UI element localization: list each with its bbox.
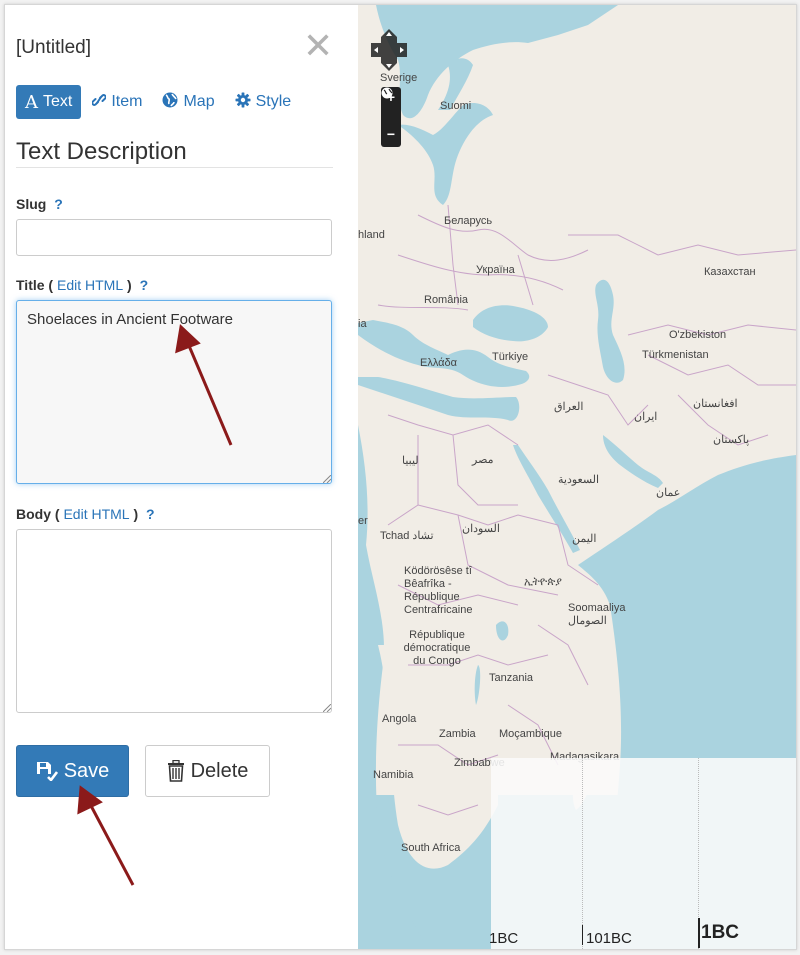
link-icon [91,92,108,113]
map-label: Ködörösêse tî Bêafrîka - République Cent… [404,565,473,616]
map-label: ኢትዮጵያ [524,576,562,588]
map-label: România [424,294,469,306]
zoom-control: + − [381,87,401,147]
slug-help-link[interactable]: ? [54,196,63,212]
section-title: Text Description [16,138,187,165]
map-label: اليمن [572,533,597,545]
map-label: Беларусь [444,215,493,227]
body-close-paren: ) [133,506,139,522]
title-close-paren: ) [127,277,132,293]
title-label: Title ( Edit HTML ) ? [16,277,148,293]
close-icon[interactable]: ✕ [303,29,333,65]
body-edit-html-link[interactable]: Edit HTML [63,506,129,522]
body-textarea[interactable] [16,529,332,713]
tab-text-label: Text [43,93,73,110]
map-label: Suomi [440,100,472,112]
map-view[interactable]: Sverige Suomi Беларусь hland Україна Каз… [358,5,796,949]
timeline-tick [698,918,700,948]
map-label: السعودية [558,474,600,486]
title-textarea[interactable] [16,300,332,484]
tab-style[interactable]: Style [226,85,301,119]
map-label: Tanzania [489,672,534,684]
map-label: ایران [634,411,658,423]
trash-icon [167,760,185,782]
body-label-text: Body [16,506,51,522]
map-label: العراق [554,401,584,413]
map-label: Moçambique [499,728,562,740]
pan-arrows-icon [371,29,407,71]
map-label: Türkiye [492,351,529,363]
editor-panel: [Untitled] ✕ A Text Item Map Style Text … [5,5,358,949]
map-label: South Africa [401,842,461,854]
editor-tabs: A Text Item Map Style [16,85,302,119]
map-label: O'zbekiston [669,329,727,341]
map-label: افغانستان [693,398,738,410]
tab-map[interactable]: Map [153,85,223,119]
slug-label-text: Slug [16,196,47,212]
timeline-label: 1BC [701,922,740,943]
map-label: Zambia [439,728,476,740]
map-label: پاکستان [713,434,750,446]
map-label: السودان [462,523,500,535]
tab-map-label: Map [183,93,215,110]
globe-icon [162,92,178,113]
section-divider [16,167,333,168]
map-label: مصر [472,454,494,466]
save-button[interactable]: Save [16,745,129,797]
body-help-link[interactable]: ? [146,506,155,522]
timeline-label: 101BC [586,930,632,947]
zoom-out-button[interactable]: − [381,125,401,145]
timeline-label: 1BC [489,930,519,947]
tab-text[interactable]: A Text [16,85,82,119]
map-label: ia [358,318,367,330]
map-label: ليبيا [402,455,419,467]
map-label: Angola [382,713,417,725]
map-label: Україна [476,264,515,276]
tab-item-label: Item [111,93,143,110]
body-label: Body ( Edit HTML ) ? [16,506,155,522]
map-label: Soomaaliya الصومال [568,602,626,627]
timeline-tick [582,925,583,945]
timeline[interactable]: 1BC 101BC 1BC [489,758,796,949]
title-edit-html-link[interactable]: Edit HTML [57,277,123,293]
gear-icon [235,92,251,113]
text-A-icon: A [25,91,38,113]
map-label: Казахстан [704,266,756,278]
document-title: [Untitled] [16,37,91,58]
map-label: Sverige [380,72,418,84]
map-label: er [358,515,368,527]
timeline-gridline [582,758,583,949]
delete-button-label: Delete [190,759,249,782]
tab-style-label: Style [255,93,292,110]
map-label: Tchad تشاد [380,530,434,542]
map-label: hland [358,229,385,241]
map-label: République démocratique du Congo [403,629,471,667]
map-label: عمان [656,487,681,499]
slug-input[interactable] [16,219,332,256]
resize-grip-icon[interactable] [323,475,331,483]
save-icon [36,761,58,781]
zoom-world-icon[interactable] [381,87,401,125]
map-label: Ελλάδα [420,357,458,369]
title-label-text: Title [16,277,45,293]
map-label: Namibia [373,769,414,781]
delete-button[interactable]: Delete [145,745,270,797]
resize-grip-icon[interactable] [323,704,331,712]
tab-item[interactable]: Item [83,85,151,119]
save-button-label: Save [63,759,110,782]
app-frame: [Untitled] ✕ A Text Item Map Style Text … [4,4,797,950]
map-label: Türkmenistan [642,349,709,361]
pan-control[interactable] [371,29,407,71]
slug-label: Slug ? [16,196,63,212]
title-help-link[interactable]: ? [140,277,149,293]
body-open-paren: ( [54,506,60,522]
title-open-paren: ( [48,277,54,293]
